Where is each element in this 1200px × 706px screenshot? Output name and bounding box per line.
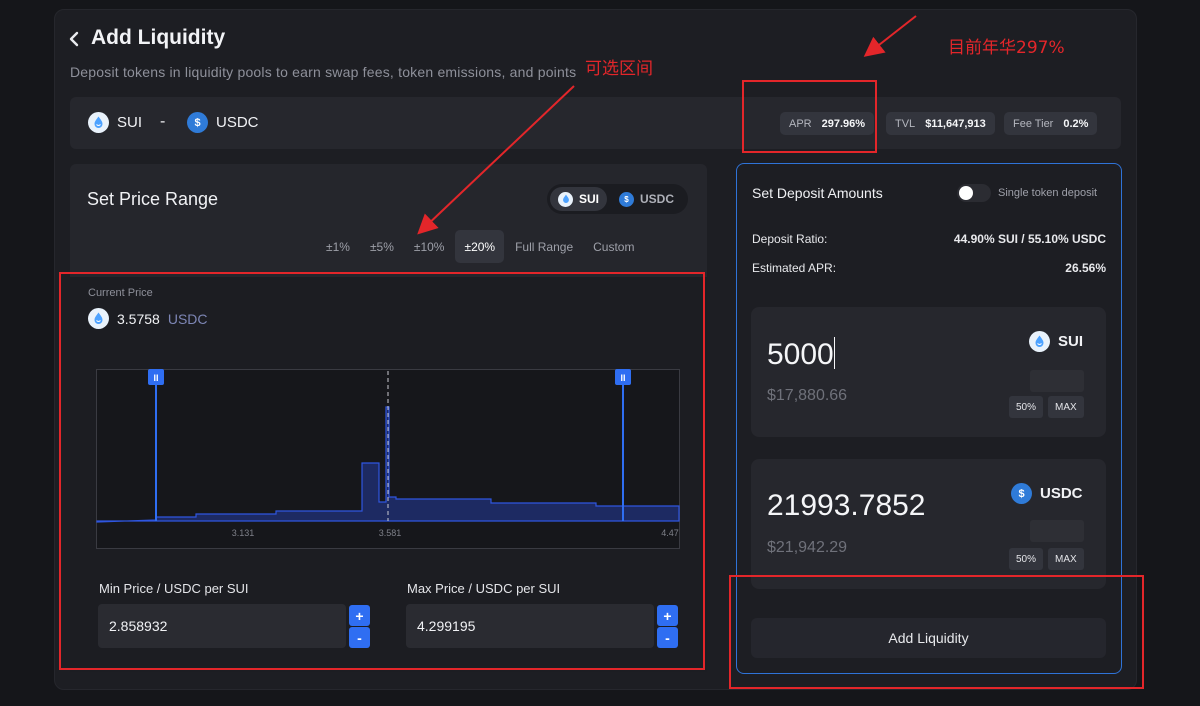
annotation-arrows [417,15,917,235]
apr-annotation-arrow [863,15,917,57]
range-annotation-arrow [417,85,575,235]
